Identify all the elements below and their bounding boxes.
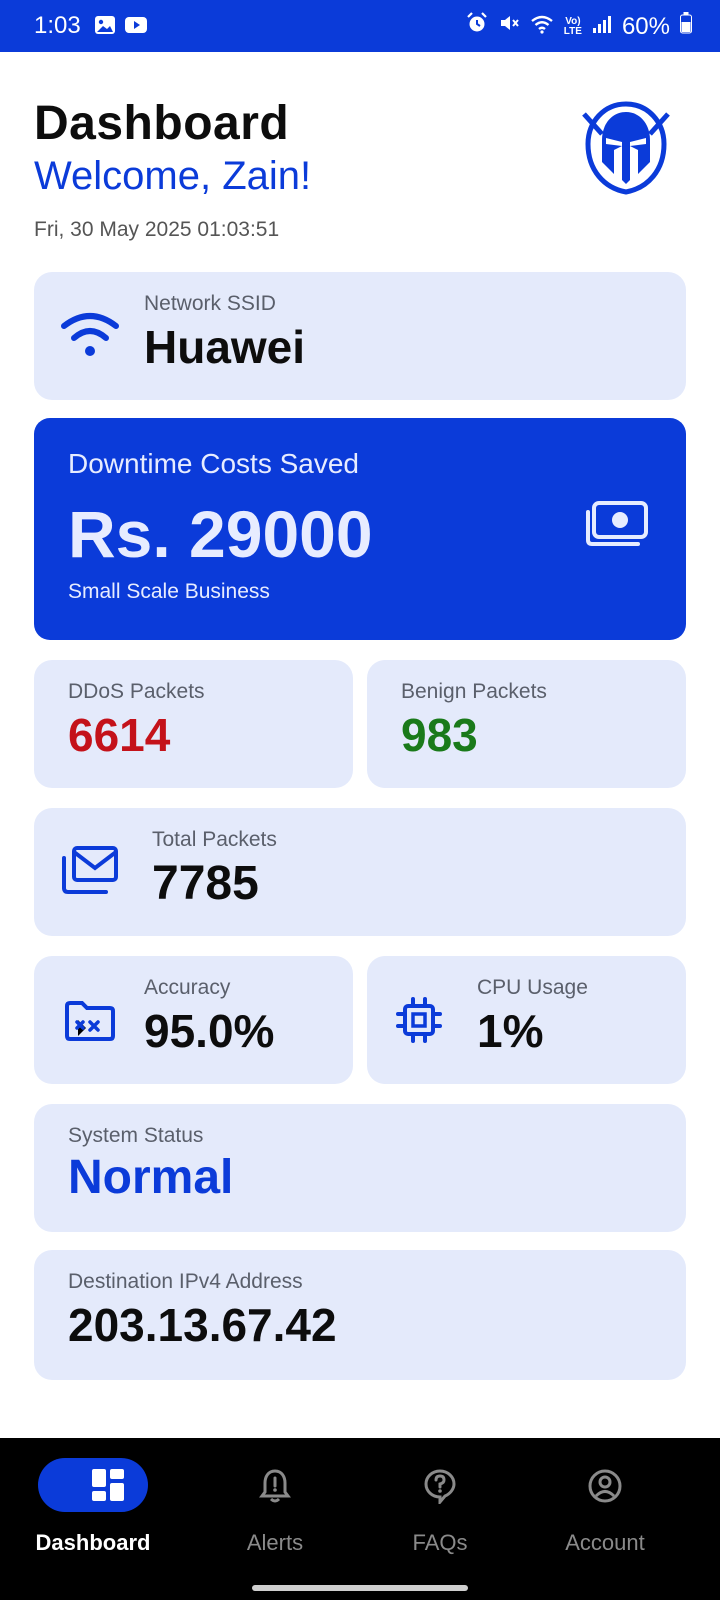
cpu-chip-icon [395, 996, 443, 1049]
downtime-costs-value: Rs. 29000 [68, 497, 373, 571]
current-datetime: Fri, 30 May 2025 01:03:51 [34, 218, 280, 241]
accuracy-card: Accuracy 95.0% [34, 956, 353, 1084]
cpu-usage-value: 1% [477, 1005, 544, 1057]
spartan-helmet-logo [582, 100, 670, 196]
ddos-packets-card: DDoS Packets 6614 [34, 660, 353, 788]
status-bar: 1:03 Vo) LTE 60% [0, 0, 720, 52]
nav-faqs-label: FAQs [412, 1530, 468, 1555]
cpu-usage-label: CPU Usage [477, 976, 588, 999]
nav-account[interactable]: Account [515, 1458, 695, 1568]
ddos-packets-label: DDoS Packets [68, 680, 205, 703]
cpu-usage-card: CPU Usage 1% [367, 956, 686, 1084]
destination-ip-value: 203.13.67.42 [68, 1299, 337, 1351]
benign-packets-value: 983 [401, 709, 478, 761]
downtime-costs-card: Downtime Costs Saved Rs. 29000 Small Sca… [34, 418, 686, 640]
wifi-status-icon [530, 13, 554, 41]
wifi-icon [60, 312, 120, 363]
ddos-packets-value: 6614 [68, 709, 171, 761]
folder-x-icon [64, 1000, 116, 1047]
benign-packets-label: Benign Packets [401, 680, 547, 703]
bottom-navigation: Dashboard Alerts FAQs Account [0, 1438, 720, 1600]
accuracy-value: 95.0% [144, 1005, 275, 1057]
system-status-value: Normal [68, 1151, 234, 1204]
total-packets-card: Total Packets 7785 [34, 808, 686, 936]
page-title: Dashboard [34, 97, 290, 150]
destination-ip-label: Destination IPv4 Address [68, 1270, 303, 1293]
account-icon [587, 1468, 623, 1509]
nav-alerts-label: Alerts [246, 1530, 304, 1555]
downtime-costs-label: Downtime Costs Saved [68, 448, 360, 479]
total-packets-value: 7785 [152, 857, 259, 910]
battery-percent: 60% [621, 12, 670, 40]
system-status-card: System Status Normal [34, 1104, 686, 1232]
ssid-label: Network SSID [144, 292, 276, 315]
home-gesture-bar[interactable] [252, 1585, 468, 1591]
nav-dashboard[interactable]: Dashboard [18, 1458, 198, 1568]
nav-faqs[interactable]: FAQs [350, 1458, 530, 1568]
help-icon [423, 1468, 457, 1509]
signal-icon [592, 13, 612, 41]
benign-packets-card: Benign Packets 983 [367, 660, 686, 788]
battery-icon [680, 12, 692, 41]
gallery-icon [94, 15, 116, 40]
money-icon [584, 500, 650, 553]
welcome-message: Welcome, Zain! [34, 154, 312, 198]
youtube-icon [124, 15, 148, 40]
destination-ip-card: Destination IPv4 Address 203.13.67.42 [34, 1250, 686, 1380]
dashboard-icon [91, 1468, 125, 1507]
total-packets-label: Total Packets [152, 828, 277, 851]
business-scale-label: Small Scale Business [68, 580, 270, 603]
nav-dashboard-label: Dashboard [35, 1530, 151, 1555]
accuracy-label: Accuracy [144, 976, 231, 999]
system-status-label: System Status [68, 1124, 204, 1147]
mute-icon [498, 12, 520, 41]
alarm-icon [466, 12, 488, 41]
nav-account-label: Account [565, 1530, 645, 1555]
mail-stack-icon [60, 844, 120, 901]
network-ssid-card: Network SSID Huawei [34, 272, 686, 400]
status-time: 1:03 [34, 12, 81, 39]
volte-indicator: Vo) LTE [563, 15, 582, 37]
ssid-value: Huawei [144, 321, 306, 373]
nav-alerts[interactable]: Alerts [185, 1458, 365, 1568]
bell-icon [259, 1468, 291, 1509]
